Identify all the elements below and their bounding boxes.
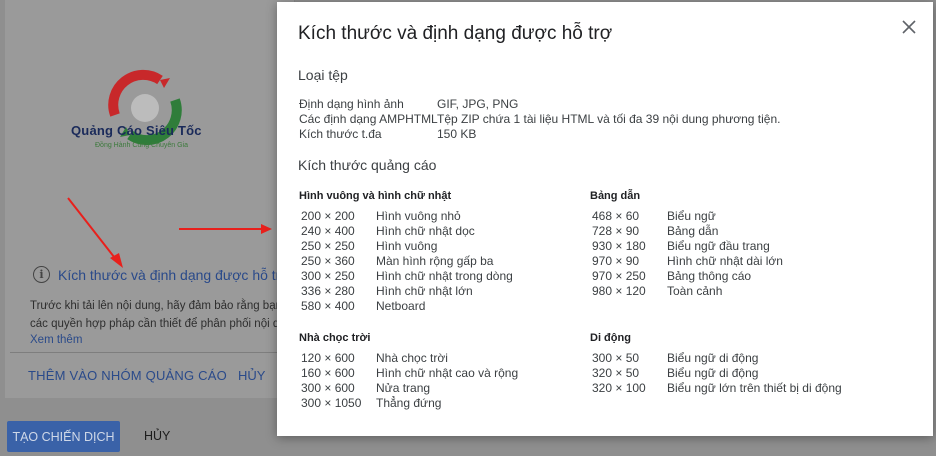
add-to-ad-group-button[interactable]: THÊM VÀO NHÓM QUẢNG CÁO [28, 368, 227, 383]
size-row: 320 × 100 Biểu ngữ lớn trên thiết bị di đ… [590, 381, 842, 396]
size-row: 250 × 250 Hình vuông [299, 239, 513, 254]
annotation-arrows [67, 197, 272, 268]
size-name: Hình vuông nhỏ [376, 209, 461, 223]
size-dimension: 580 × 400 [301, 299, 355, 313]
size-name: Netboard [376, 299, 426, 313]
size-name: Màn hình rộng gấp ba [376, 254, 494, 268]
size-dimension: 240 × 400 [301, 224, 355, 238]
group-title: Di động [590, 332, 631, 344]
see-more-link[interactable]: Xem thêm [30, 334, 82, 346]
size-dimension: 336 × 280 [301, 284, 355, 298]
size-row: 300 × 1050 Thẳng đứng [299, 396, 518, 411]
size-group-mobile: Di động 300 × 50 Biểu ngữ di động 320 × 5… [590, 332, 842, 396]
size-name: Nhà chọc trời [376, 351, 448, 365]
supported-sizes-dialog: Kích thước và định dạng được hỗ trợ Loại… [277, 2, 933, 436]
file-type-value: GIF, JPG, PNG [437, 97, 519, 111]
file-type-row: Kích thước t.đa 150 KB [299, 127, 780, 142]
size-name: Bảng thông cáo [667, 269, 752, 283]
size-dimension: 320 × 50 [592, 366, 640, 380]
size-row: 300 × 250 Hình chữ nhật trong dòng [299, 269, 513, 284]
size-name: Thẳng đứng [376, 396, 442, 410]
close-button[interactable] [898, 16, 920, 38]
size-group-skyscraper: Nhà chọc trời 120 × 600 Nhà chọc trời 160… [299, 332, 518, 411]
size-group-leaderboard: Bảng dẫn 468 × 60 Biểu ngữ 728 × 90 Bảng d… [590, 190, 783, 299]
size-dimension: 300 × 600 [301, 381, 355, 395]
size-name: Hình chữ nhật dọc [376, 224, 475, 238]
size-dimension: 300 × 1050 [301, 396, 362, 410]
size-name: Biểu ngữ đầu trang [667, 239, 770, 253]
size-dimension: 970 × 250 [592, 269, 646, 283]
divider [10, 352, 300, 353]
size-row: 240 × 400 Hình chữ nhật dọc [299, 224, 513, 239]
size-name: Biểu ngữ di động [667, 351, 759, 365]
file-type-row: Các định dạng AMPHTML Tệp ZIP chứa 1 tài… [299, 112, 780, 127]
group-title: Nhà chọc trời [299, 332, 371, 344]
size-name: Bảng dẫn [667, 224, 719, 238]
size-name: Hình chữ nhật cao và rộng [376, 366, 519, 380]
size-name: Biểu ngữ di động [667, 366, 759, 380]
size-dimension: 160 × 600 [301, 366, 355, 380]
size-name: Biểu ngữ [667, 209, 716, 223]
size-dimension: 120 × 600 [301, 351, 355, 365]
size-row: 728 × 90 Bảng dẫn [590, 224, 783, 239]
size-row: 468 × 60 Biểu ngữ [590, 209, 783, 224]
size-dimension: 250 × 360 [301, 254, 355, 268]
size-dimension: 930 × 180 [592, 239, 646, 253]
ad-sizes-heading: Kích thước quảng cáo [298, 157, 437, 173]
size-row: 250 × 360 Màn hình rộng gấp ba [299, 254, 513, 269]
size-row: 300 × 600 Nửa trang [299, 381, 518, 396]
size-dimension: 300 × 50 [592, 351, 640, 365]
size-dimension: 728 × 90 [592, 224, 640, 238]
size-name: Nửa trang [376, 381, 431, 395]
size-name: Toàn cảnh [667, 284, 723, 298]
size-row: 160 × 600 Hình chữ nhật cao và rộng [299, 366, 518, 381]
size-dimension: 970 × 90 [592, 254, 640, 268]
size-group-square: Hình vuông và hình chữ nhật 200 × 200 Hìn… [299, 190, 513, 314]
size-dimension: 300 × 250 [301, 269, 355, 283]
file-type-row: Định dạng hình ảnh GIF, JPG, PNG [299, 97, 780, 112]
size-name: Hình chữ nhật dài lớn [667, 254, 783, 268]
size-row: 120 × 600 Nhà chọc trời [299, 351, 518, 366]
size-name: Hình chữ nhật lớn [376, 284, 473, 298]
create-campaign-button[interactable]: TẠO CHIẾN DỊCH [7, 421, 120, 452]
close-icon [902, 20, 916, 34]
size-row: 970 × 90 Hình chữ nhật dài lớn [590, 254, 783, 269]
size-row: 970 × 250 Bảng thông cáo [590, 269, 783, 284]
size-name: Biểu ngữ lớn trên thiết bị di động [667, 381, 842, 395]
size-dimension: 468 × 60 [592, 209, 640, 223]
size-row: 336 × 280 Hình chữ nhật lớn [299, 284, 513, 299]
size-dimension: 200 × 200 [301, 209, 355, 223]
rights-notice-line-2: các quyền hợp pháp cần thiết để phân phố… [30, 318, 280, 330]
dialog-title: Kích thước và định dạng được hỗ trợ [298, 23, 613, 44]
size-row: 200 × 200 Hình vuông nhỏ [299, 209, 513, 224]
file-type-label: Kích thước t.đa [299, 127, 382, 141]
file-types-table: Định dạng hình ảnh GIF, JPG, PNG Các địn… [299, 97, 780, 142]
size-row: 320 × 50 Biểu ngữ di động [590, 366, 842, 381]
size-name: Hình vuông [376, 239, 438, 253]
size-row: 580 × 400 Netboard [299, 299, 513, 314]
group-title: Hình vuông và hình chữ nhật [299, 190, 452, 202]
file-type-label: Các định dạng AMPHTML [299, 112, 438, 126]
file-types-heading: Loại tệp [298, 67, 348, 83]
cancel-campaign-button[interactable]: HỦY [144, 429, 170, 443]
size-dimension: 320 × 100 [592, 381, 646, 395]
size-row: 930 × 180 Biểu ngữ đầu trang [590, 239, 783, 254]
file-type-value: Tệp ZIP chứa 1 tài liệu HTML và tối đa 3… [437, 112, 781, 126]
file-type-value: 150 KB [437, 127, 477, 141]
size-row: 980 × 120 Toàn cảnh [590, 284, 783, 299]
size-row: 300 × 50 Biểu ngữ di động [590, 351, 842, 366]
size-dimension: 980 × 120 [592, 284, 646, 298]
rights-notice: Trước khi tải lên nội dung, hãy đảm bảo … [30, 297, 285, 333]
group-title: Bảng dẫn [590, 190, 641, 202]
file-type-label: Định dạng hình ảnh [299, 97, 404, 111]
cancel-button[interactable]: HỦY [238, 368, 265, 383]
size-dimension: 250 × 250 [301, 239, 355, 253]
size-name: Hình chữ nhật trong dòng [376, 269, 513, 283]
